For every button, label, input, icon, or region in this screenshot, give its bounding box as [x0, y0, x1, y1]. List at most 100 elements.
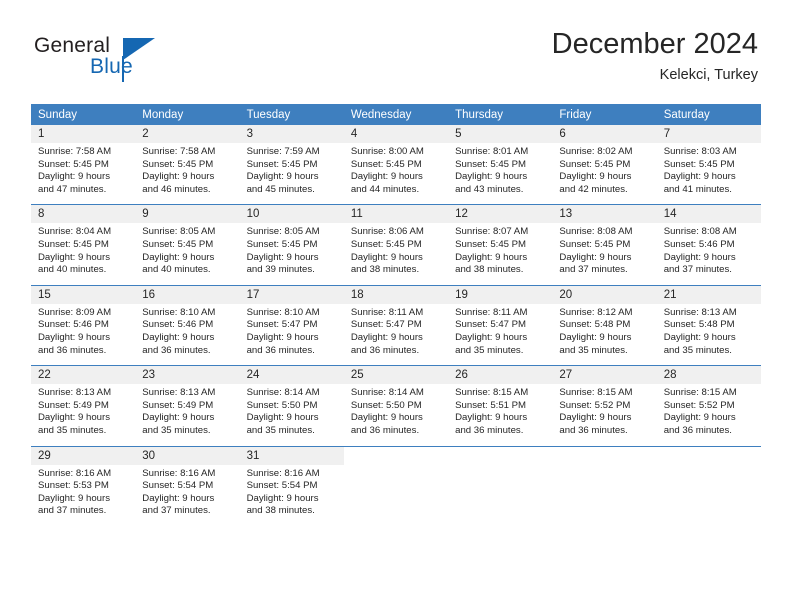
day-cell[interactable]: Sunrise: 8:16 AM Sunset: 5:53 PM Daylight:… — [31, 464, 136, 526]
day-number[interactable]: 18 — [343, 285, 449, 304]
day-cell[interactable]: Sunrise: 8:07 AM Sunset: 5:45 PM Daylight:… — [448, 223, 553, 285]
day-cell[interactable]: Sunrise: 8:05 AM Sunset: 5:45 PM Daylight:… — [239, 223, 344, 285]
day-number[interactable]: 11 — [343, 205, 449, 224]
day-number[interactable]: 22 — [31, 366, 136, 385]
day-sunset-line: Sunset: 5:54 PM — [246, 480, 318, 492]
day-daylight-line: Daylight: 9 hours — [559, 331, 632, 343]
day-daylight-line: Daylight: 9 hours — [559, 412, 632, 424]
day-cell[interactable]: Sunrise: 8:12 AM Sunset: 5:48 PM Daylight:… — [552, 303, 657, 366]
day-daylight-line: and 38 minutes. — [350, 264, 420, 276]
day-number[interactable]: 15 — [31, 285, 136, 304]
day-cell[interactable]: Sunrise: 8:13 AM Sunset: 5:48 PM Daylight:… — [656, 303, 761, 366]
day-cell[interactable]: Sunrise: 8:02 AM Sunset: 5:45 PM Daylight:… — [552, 143, 657, 205]
day-cell[interactable]: Sunrise: 8:13 AM Sunset: 5:49 PM Daylight:… — [31, 384, 136, 446]
day-number[interactable]: 9 — [135, 205, 240, 224]
day-sunset-line: Sunset: 5:53 PM — [38, 480, 109, 492]
day-cell[interactable]: Sunrise: 8:05 AM Sunset: 5:45 PM Daylight:… — [135, 223, 240, 285]
day-number[interactable]: 13 — [552, 205, 657, 224]
week-detail-row: Sunrise: 8:09 AM Sunset: 5:46 PM Daylight:… — [31, 303, 761, 366]
day-cell[interactable]: Sunrise: 8:04 AM Sunset: 5:45 PM Daylight:… — [31, 223, 136, 285]
day-sunset-line: Sunset: 5:50 PM — [246, 399, 318, 411]
day-cell[interactable]: Sunrise: 8:10 AM Sunset: 5:46 PM Daylight:… — [135, 303, 240, 366]
day-daylight-line: Daylight: 9 hours — [246, 251, 319, 263]
day-number[interactable]: 5 — [448, 125, 553, 143]
weekday-header-monday: Monday — [135, 104, 240, 125]
day-number[interactable]: 1 — [31, 125, 136, 143]
day-cell[interactable]: Sunrise: 8:14 AM Sunset: 5:50 PM Daylight:… — [239, 384, 344, 446]
empty-day-cell — [552, 464, 657, 526]
day-number[interactable]: 14 — [656, 205, 761, 224]
day-sunset-line: Sunset: 5:48 PM — [559, 319, 631, 331]
day-daylight-line: and 41 minutes. — [663, 183, 732, 195]
day-daylight-line: Daylight: 9 hours — [559, 171, 632, 183]
day-cell[interactable]: Sunrise: 8:14 AM Sunset: 5:50 PM Daylight:… — [343, 384, 449, 446]
day-number[interactable]: 7 — [656, 125, 761, 143]
day-sunset-line: Sunset: 5:45 PM — [38, 158, 109, 170]
day-cell[interactable]: Sunrise: 8:16 AM Sunset: 5:54 PM Daylight:… — [239, 464, 344, 526]
day-daylight-line: Daylight: 9 hours — [142, 492, 215, 504]
day-number[interactable]: 30 — [135, 446, 240, 465]
day-cell[interactable]: Sunrise: 8:10 AM Sunset: 5:47 PM Daylight:… — [239, 303, 344, 366]
day-daylight-line: and 36 minutes. — [350, 424, 420, 436]
day-sunrise-line: Sunrise: 8:06 AM — [350, 226, 424, 238]
day-number[interactable]: 2 — [135, 125, 240, 143]
day-number[interactable]: 20 — [552, 285, 657, 304]
day-cell[interactable]: Sunrise: 8:13 AM Sunset: 5:49 PM Daylight:… — [135, 384, 240, 446]
day-sunset-line: Sunset: 5:46 PM — [142, 319, 214, 331]
day-sunrise-line: Sunrise: 8:13 AM — [663, 306, 737, 318]
day-cell[interactable]: Sunrise: 7:59 AM Sunset: 5:45 PM Daylight:… — [239, 143, 344, 205]
day-number[interactable]: 8 — [31, 205, 136, 224]
day-number[interactable]: 3 — [239, 125, 344, 143]
day-daylight-line: and 45 minutes. — [246, 183, 315, 195]
day-cell[interactable]: Sunrise: 8:15 AM Sunset: 5:51 PM Daylight:… — [448, 384, 553, 446]
day-cell[interactable]: Sunrise: 8:16 AM Sunset: 5:54 PM Daylight:… — [135, 464, 240, 526]
day-cell[interactable]: Sunrise: 7:58 AM Sunset: 5:45 PM Daylight:… — [31, 143, 136, 205]
day-number[interactable]: 28 — [656, 366, 761, 385]
day-cell[interactable]: Sunrise: 7:58 AM Sunset: 5:45 PM Daylight:… — [135, 143, 240, 205]
empty-day-cell — [343, 446, 449, 465]
day-number[interactable]: 21 — [656, 285, 761, 304]
day-sunset-line: Sunset: 5:45 PM — [246, 158, 318, 170]
day-cell[interactable]: Sunrise: 8:00 AM Sunset: 5:45 PM Daylight:… — [343, 143, 449, 205]
day-number[interactable]: 12 — [448, 205, 553, 224]
day-number[interactable]: 19 — [448, 285, 553, 304]
day-sunrise-line: Sunrise: 8:14 AM — [246, 387, 320, 399]
week-daynumber-row: 22 23 24 25 26 27 28 — [31, 366, 761, 385]
day-number[interactable]: 10 — [239, 205, 344, 224]
day-daylight-line: Daylight: 9 hours — [142, 251, 215, 263]
day-cell[interactable]: Sunrise: 8:11 AM Sunset: 5:47 PM Daylight:… — [448, 303, 553, 366]
day-cell[interactable]: Sunrise: 8:06 AM Sunset: 5:45 PM Daylight:… — [343, 223, 449, 285]
day-sunset-line: Sunset: 5:51 PM — [455, 399, 527, 411]
day-cell[interactable]: Sunrise: 8:01 AM Sunset: 5:45 PM Daylight:… — [448, 143, 553, 205]
day-daylight-line: Daylight: 9 hours — [350, 171, 423, 183]
day-sunrise-line: Sunrise: 8:13 AM — [142, 387, 216, 399]
day-number[interactable]: 25 — [343, 366, 449, 385]
day-sunrise-line: Sunrise: 8:07 AM — [455, 226, 529, 238]
day-number[interactable]: 26 — [448, 366, 553, 385]
day-cell[interactable]: Sunrise: 8:03 AM Sunset: 5:45 PM Daylight:… — [656, 143, 761, 205]
day-number[interactable]: 31 — [239, 446, 344, 465]
day-number[interactable]: 4 — [343, 125, 449, 143]
day-cell[interactable]: Sunrise: 8:15 AM Sunset: 5:52 PM Daylight:… — [552, 384, 657, 446]
day-cell[interactable]: Sunrise: 8:09 AM Sunset: 5:46 PM Daylight:… — [31, 303, 136, 366]
day-number[interactable]: 24 — [239, 366, 344, 385]
empty-day-cell — [552, 446, 657, 465]
general-blue-logo[interactable]: General Blue — [34, 34, 214, 90]
day-sunset-line: Sunset: 5:47 PM — [455, 319, 527, 331]
day-cell[interactable]: Sunrise: 8:08 AM Sunset: 5:45 PM Daylight:… — [552, 223, 657, 285]
day-number[interactable]: 17 — [239, 285, 344, 304]
day-daylight-line: and 38 minutes. — [246, 505, 315, 517]
day-number[interactable]: 27 — [552, 366, 657, 385]
day-number[interactable]: 6 — [552, 125, 657, 143]
day-daylight-line: and 47 minutes. — [38, 183, 107, 195]
day-cell[interactable]: Sunrise: 8:08 AM Sunset: 5:46 PM Daylight:… — [656, 223, 761, 285]
day-sunset-line: Sunset: 5:47 PM — [350, 319, 422, 331]
day-number[interactable]: 23 — [135, 366, 240, 385]
day-number[interactable]: 16 — [135, 285, 240, 304]
day-sunset-line: Sunset: 5:45 PM — [350, 238, 422, 250]
day-cell[interactable]: Sunrise: 8:11 AM Sunset: 5:47 PM Daylight:… — [343, 303, 449, 366]
day-cell[interactable]: Sunrise: 8:15 AM Sunset: 5:52 PM Daylight:… — [656, 384, 761, 446]
weekday-header-thursday: Thursday — [448, 104, 553, 125]
day-sunrise-line: Sunrise: 8:02 AM — [559, 146, 633, 157]
day-number[interactable]: 29 — [31, 446, 136, 465]
